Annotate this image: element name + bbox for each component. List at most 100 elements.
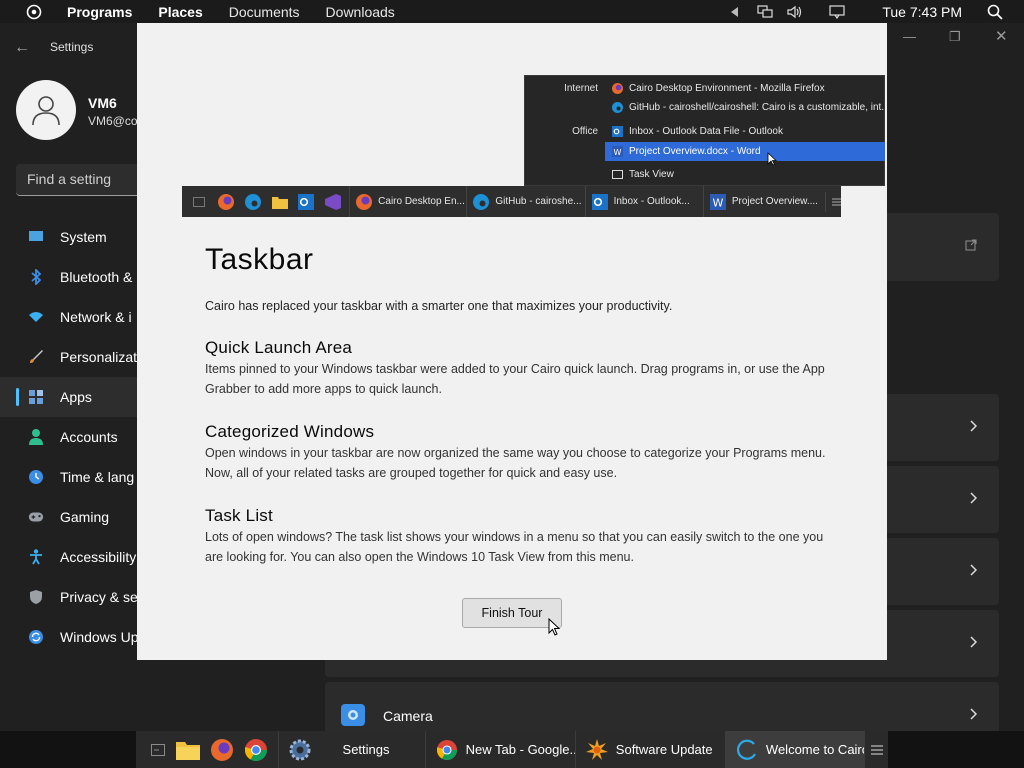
menu-downloads[interactable]: Downloads — [326, 4, 395, 20]
preview-task-button: GitHub - cairoshe... — [466, 186, 584, 217]
taskbar-task-welcome-to-cairo[interactable]: Welcome to Cairo — [724, 731, 865, 768]
nav-item-label: Accessibility — [60, 549, 137, 565]
folder-icon — [270, 192, 290, 212]
minimize-icon[interactable]: — — [903, 29, 916, 44]
nav-item-label: Accounts — [60, 429, 118, 445]
update-icon — [28, 629, 44, 645]
tray-expand-icon[interactable] — [724, 1, 746, 23]
task-list-menu-icon[interactable] — [864, 731, 888, 768]
nav-item-system[interactable]: System — [0, 217, 140, 257]
taskbar-task-label: Settings — [342, 742, 390, 757]
edge-icon — [611, 102, 623, 114]
desktop-icon — [189, 192, 209, 212]
menu-programs[interactable]: Programs — [67, 4, 132, 20]
taskbar-task-label: Welcome to Cairo — [765, 742, 865, 757]
taskbar-task-label: New Tab - Google... — [465, 742, 575, 757]
maximize-icon[interactable]: ❐ — [949, 29, 961, 45]
preview-popup-row-selected: W Project Overview.docx - Word — [605, 142, 885, 161]
clock[interactable]: Tue 7:43 PM — [882, 4, 962, 20]
finish-tour-button[interactable]: Finish Tour — [462, 598, 562, 628]
avatar[interactable] — [16, 80, 76, 140]
user-name: VM6 — [88, 95, 117, 111]
bluetooth-icon — [28, 269, 44, 285]
svg-text:W: W — [613, 148, 621, 157]
desktop: Programs Places Documents Downloads Tue … — [0, 0, 1024, 768]
shield-icon — [28, 589, 44, 605]
person-icon — [28, 429, 44, 445]
open-external-icon[interactable] — [965, 238, 977, 256]
nav-item-label: Windows Up — [60, 629, 139, 645]
taskbar-content: Settings New Tab - Google... Software Up… — [136, 731, 888, 768]
nav-item-network[interactable]: Network & i — [0, 297, 140, 337]
wifi-icon — [28, 309, 44, 325]
brush-icon — [28, 349, 44, 365]
preview-task-button: W Project Overview.... — [702, 186, 819, 217]
taskbar-task-chrome[interactable]: New Tab - Google... — [424, 731, 575, 768]
outlook-icon — [611, 126, 623, 138]
camera-icon — [341, 704, 365, 726]
settings-nav: System Bluetooth & Network & i Personali… — [0, 217, 140, 657]
globe-icon — [28, 469, 44, 485]
chevron-right-icon — [969, 635, 978, 653]
folder-icon[interactable] — [175, 738, 200, 762]
nav-item-label: Apps — [60, 389, 92, 405]
section-text-quick-launch: Items pinned to your Windows taskbar wer… — [205, 362, 825, 396]
word-icon: W — [611, 146, 623, 158]
chevron-right-icon — [969, 491, 978, 509]
nav-item-bluetooth[interactable]: Bluetooth & — [0, 257, 140, 297]
close-icon[interactable]: ✕ — [995, 27, 1008, 45]
preview-task-button: Inbox - Outlook... — [584, 186, 703, 217]
taskbar-task-settings[interactable]: Settings — [277, 731, 425, 768]
monitor-icon — [28, 229, 44, 245]
task-view-icon — [611, 169, 623, 181]
search-icon[interactable] — [984, 1, 1006, 23]
chevron-right-icon — [969, 563, 978, 581]
gamepad-icon — [28, 509, 44, 525]
nav-item-accessibility[interactable]: Accessibility — [0, 537, 140, 577]
volume-icon[interactable] — [784, 1, 806, 23]
taskbar-task-software-update[interactable]: Software Update — [574, 731, 725, 768]
preview-task-label: Inbox - Outlook... — [613, 196, 690, 207]
nav-item-personalization[interactable]: Personalizati — [0, 337, 140, 377]
chevron-right-icon — [969, 707, 978, 725]
edge-icon — [473, 193, 490, 210]
preview-popup-row: Inbox - Outlook Data File - Outlook — [605, 122, 885, 141]
nav-item-time-language[interactable]: Time & lang — [0, 457, 140, 497]
nav-item-accounts[interactable]: Accounts — [0, 417, 140, 457]
nav-item-gaming[interactable]: Gaming — [0, 497, 140, 537]
dialog-title: Taskbar — [205, 243, 314, 276]
find-setting-input[interactable]: Find a setting — [16, 164, 146, 196]
nav-item-apps[interactable]: Apps — [0, 377, 140, 417]
cairo-menu-bar: Programs Places Documents Downloads Tue … — [0, 0, 1024, 23]
nav-item-label: Time & lang — [60, 469, 135, 485]
chevron-right-icon — [969, 419, 978, 437]
cairo-logo-icon[interactable] — [23, 1, 45, 23]
preview-row-label: Project Overview.docx - Word — [629, 146, 761, 157]
back-arrow-icon[interactable]: ← — [14, 39, 30, 57]
nav-item-label: Personalizati — [60, 349, 141, 365]
nav-item-label: Network & i — [60, 309, 132, 325]
cairo-icon — [736, 739, 758, 761]
menu-documents[interactable]: Documents — [229, 4, 300, 20]
preview-taskbar: Cairo Desktop En... GitHub - cairoshe...… — [182, 186, 842, 217]
menu-places[interactable]: Places — [158, 4, 202, 20]
preview-task-list-popup: Internet Office Cairo Desktop Environmen… — [524, 75, 885, 186]
preview-task-label: GitHub - cairoshe... — [495, 196, 582, 207]
firefox-icon — [356, 193, 373, 210]
visual-studio-icon — [323, 192, 343, 212]
show-desktop-icon[interactable] — [146, 738, 170, 762]
camera-label: Camera — [383, 708, 433, 724]
action-center-icon[interactable] — [826, 1, 848, 23]
taskbar-task-label: Software Update — [615, 742, 713, 757]
nav-item-privacy[interactable]: Privacy & se — [0, 577, 140, 617]
outlook-icon — [591, 193, 608, 210]
preview-task-button: Cairo Desktop En... — [349, 186, 466, 217]
firefox-icon[interactable] — [210, 738, 234, 762]
dialog-intro: Cairo has replaced your taskbar with a s… — [205, 299, 673, 313]
nav-item-label: Gaming — [60, 509, 110, 525]
system-tray: Tue 7:43 PM — [724, 0, 1024, 23]
nav-item-windows-update[interactable]: Windows Up — [0, 617, 140, 657]
chrome-icon[interactable] — [244, 738, 268, 762]
network-icon[interactable] — [754, 1, 776, 23]
nav-item-label: Privacy & se — [60, 589, 138, 605]
